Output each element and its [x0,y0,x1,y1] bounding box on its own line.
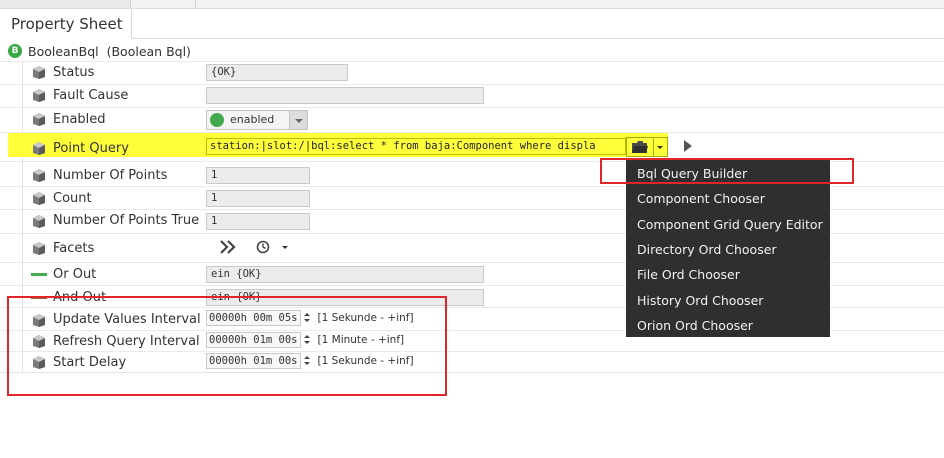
cube-icon [33,192,45,205]
object-header: B BooleanBql (Boolean Bql) [8,42,191,60]
menu-item-file-ord-chooser[interactable]: File Ord Chooser [637,267,740,282]
status-label: Status [53,65,95,80]
cube-icon [33,89,45,102]
enabled-dropdown[interactable]: enabled [206,110,308,130]
chevron-down-icon[interactable] [654,137,668,157]
annotation-box [600,158,854,184]
cube-icon [33,142,45,155]
tab-strip-segment [0,0,131,8]
enabled-value: enabled [230,113,275,126]
chevrons-right-icon[interactable] [218,237,238,257]
cube-icon [33,66,45,79]
ord-chooser-button[interactable] [626,137,654,157]
annotation-box [7,296,447,396]
fault-cause-label: Fault Cause [53,88,129,103]
cube-icon [33,169,45,182]
point-query-input[interactable]: station:|slot:/|bql:select * from baja:C… [206,138,626,155]
number-of-points-label: Number Of Points [53,168,168,183]
point-query-label: Point Query [53,141,129,156]
count-field: 1 [206,190,310,207]
cube-icon [33,215,45,228]
row-divider [0,107,944,108]
tab-strip-segment [131,0,196,8]
enabled-label: Enabled [53,112,106,127]
number-of-points-true-label: Number Of Points True [53,213,200,228]
status-dot-icon [210,113,224,127]
slot-link-icon [31,273,47,276]
tab-divider [132,38,944,39]
ord-chooser-menu: Bql Query Builder Component Chooser Comp… [626,160,830,337]
play-arrow-icon[interactable] [684,140,692,152]
fault-cause-field [206,87,484,104]
object-type: (Boolean Bql) [106,43,191,59]
menu-item-component-chooser[interactable]: Component Chooser [637,191,765,206]
chevron-down-icon[interactable] [282,246,288,249]
chevron-down-icon[interactable] [289,111,307,129]
cube-icon [33,113,45,126]
number-of-points-field: 1 [206,167,310,184]
menu-item-directory-ord-chooser[interactable]: Directory Ord Chooser [637,242,777,257]
or-out-label: Or Out [53,267,97,282]
number-of-points-true-field: 1 [206,213,310,230]
count-label: Count [53,191,92,206]
facets-label: Facets [53,241,95,256]
status-field: {OK} [206,64,348,81]
clock-icon[interactable] [256,240,270,254]
menu-item-history-ord-chooser[interactable]: History Ord Chooser [637,293,763,308]
row-divider [0,61,944,62]
folder-icon [632,141,648,153]
row-divider [0,84,944,85]
cube-icon [33,242,45,255]
menu-item-orion-ord-chooser[interactable]: Orion Ord Chooser [637,318,753,333]
menu-item-component-grid-query-editor[interactable]: Component Grid Query Editor [637,217,823,232]
boolean-icon: B [8,44,22,58]
or-out-field: ein {OK} [206,266,484,283]
tab-property-sheet[interactable]: Property Sheet [0,9,132,39]
object-name: BooleanBql [28,43,99,59]
tab-strip [0,0,944,9]
